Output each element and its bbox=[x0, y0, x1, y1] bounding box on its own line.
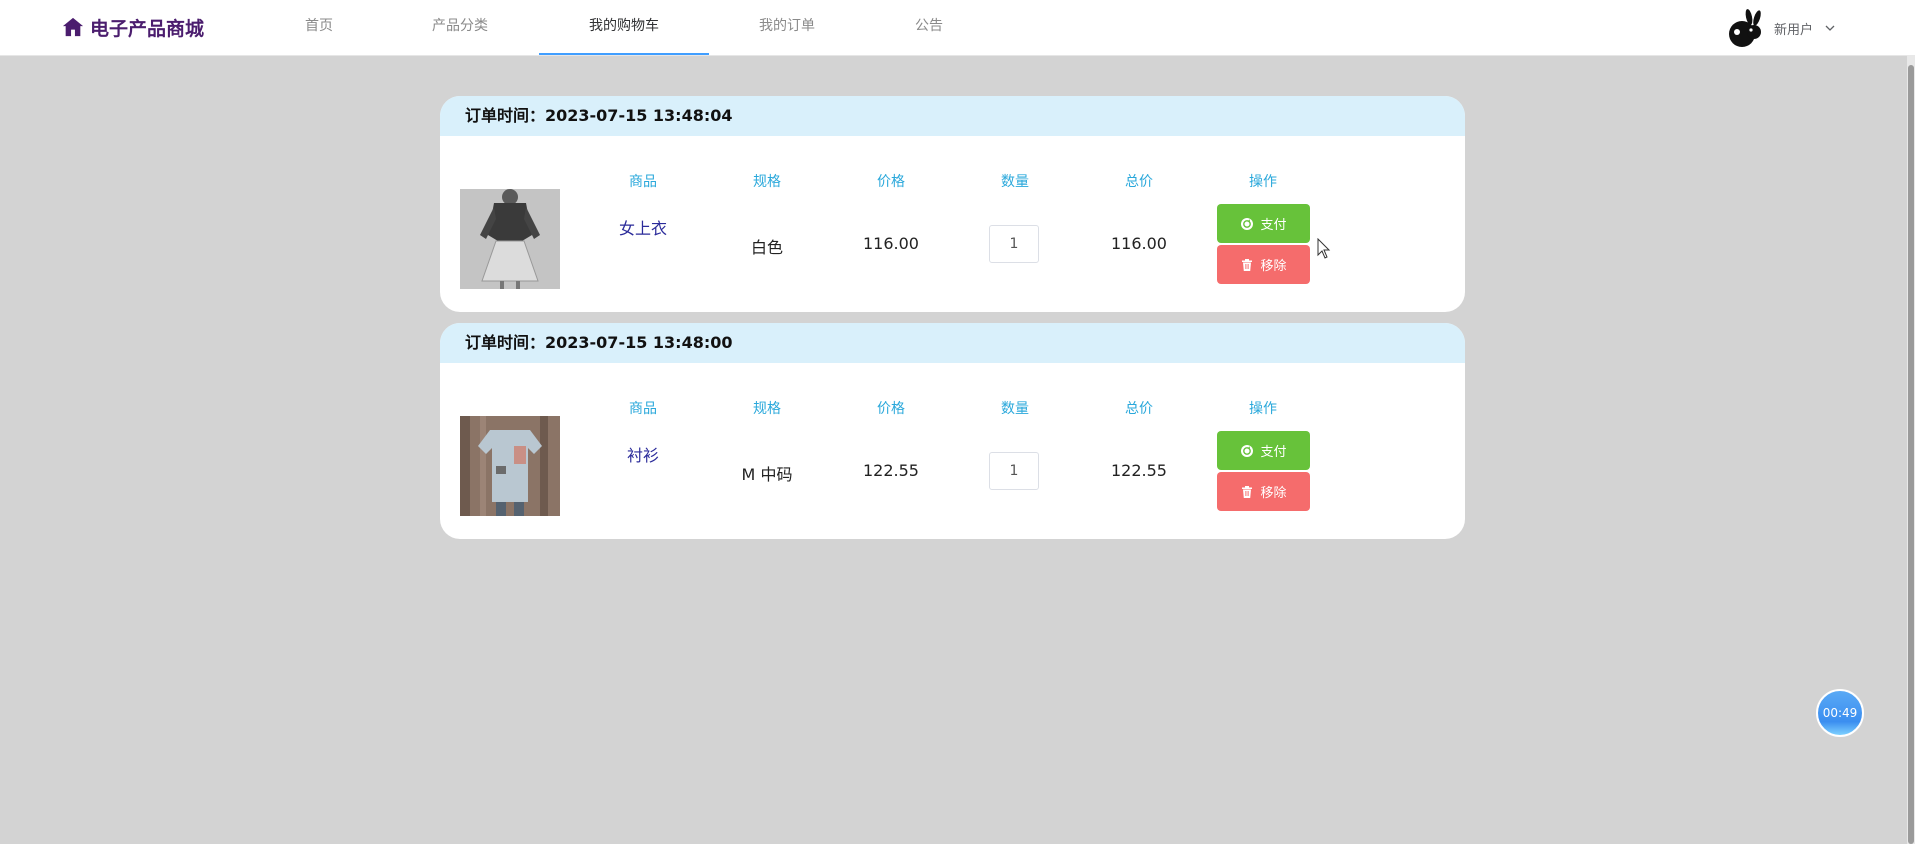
product-image[interactable] bbox=[460, 189, 560, 289]
top-navbar: 电子产品商城 首页 产品分类 我的购物车 我的订单 公告 新用户 bbox=[0, 0, 1915, 56]
pay-button-label: 支付 bbox=[1260, 218, 1287, 233]
scrollbar-thumb[interactable] bbox=[1908, 65, 1914, 844]
nav-announcements[interactable]: 公告 bbox=[904, 0, 954, 55]
column-header-price: 价格 bbox=[877, 174, 905, 190]
nav-product-categories[interactable]: 产品分类 bbox=[424, 0, 496, 55]
column-header-spec: 规格 bbox=[753, 174, 781, 190]
brand-name: 电子产品商城 bbox=[90, 17, 205, 40]
product-image[interactable] bbox=[460, 416, 560, 516]
order-total: 122.55 bbox=[1111, 461, 1167, 480]
column-header-product: 商品 bbox=[629, 174, 657, 190]
avatar bbox=[1728, 9, 1761, 47]
brand-logo[interactable]: 电子产品商城 bbox=[62, 14, 204, 40]
user-menu[interactable]: 新用户 bbox=[1724, 8, 1835, 48]
column-header-quantity: 数量 bbox=[1001, 174, 1029, 190]
column-header-spec: 规格 bbox=[753, 401, 781, 417]
pay-button[interactable]: 支付 bbox=[1217, 204, 1310, 243]
column-header-total: 总价 bbox=[1125, 174, 1153, 190]
order-card: 订单时间：2023-07-15 13:48:04 商品 规格 价格 数量 总价 … bbox=[440, 96, 1465, 312]
column-header-quantity: 数量 bbox=[1001, 401, 1029, 417]
quantity-input[interactable]: 1 bbox=[989, 225, 1039, 263]
order-time: 订单时间：2023-07-15 13:48:04 bbox=[440, 96, 1465, 136]
product-name-link[interactable]: 女上衣 bbox=[593, 215, 693, 239]
product-price: 122.55 bbox=[863, 461, 919, 480]
circle-arrow-icon bbox=[1241, 217, 1254, 230]
remove-button-label: 移除 bbox=[1260, 486, 1287, 501]
home-icon bbox=[62, 17, 84, 37]
pay-button[interactable]: 支付 bbox=[1217, 431, 1310, 470]
nav-my-orders[interactable]: 我的订单 bbox=[752, 0, 822, 55]
pay-button-label: 支付 bbox=[1260, 445, 1287, 460]
user-name: 新用户 bbox=[1773, 22, 1813, 38]
column-header-price: 价格 bbox=[877, 401, 905, 417]
product-name-link[interactable]: 衬衫 bbox=[593, 442, 693, 466]
column-header-actions: 操作 bbox=[1249, 174, 1277, 190]
product-price: 116.00 bbox=[863, 234, 919, 253]
quantity-input[interactable]: 1 bbox=[989, 452, 1039, 490]
mouse-cursor-icon bbox=[1317, 238, 1331, 259]
remove-button[interactable]: 移除 bbox=[1217, 245, 1310, 284]
column-header-total: 总价 bbox=[1125, 401, 1153, 417]
remove-button[interactable]: 移除 bbox=[1217, 472, 1310, 511]
product-photo bbox=[460, 189, 560, 289]
order-time: 订单时间：2023-07-15 13:48:00 bbox=[440, 323, 1465, 363]
nav-my-cart[interactable]: 我的购物车 bbox=[539, 0, 709, 55]
product-photo bbox=[460, 416, 560, 516]
column-header-actions: 操作 bbox=[1249, 401, 1277, 417]
product-spec: 白色 bbox=[750, 238, 783, 257]
order-card: 订单时间：2023-07-15 13:48:00 商品 规格 价格 数量 总价 … bbox=[440, 323, 1465, 539]
column-header-product: 商品 bbox=[629, 401, 657, 417]
remove-button-label: 移除 bbox=[1260, 259, 1287, 274]
page-scrollbar[interactable] bbox=[1907, 55, 1915, 844]
trash-icon bbox=[1242, 485, 1253, 498]
chevron-down-icon bbox=[1825, 25, 1835, 31]
nav-home[interactable]: 首页 bbox=[290, 0, 348, 55]
order-total: 116.00 bbox=[1111, 234, 1167, 253]
circle-arrow-icon bbox=[1241, 444, 1254, 457]
timer-badge[interactable]: 00:49 bbox=[1816, 689, 1864, 737]
trash-icon bbox=[1242, 258, 1253, 271]
product-spec: M 中码 bbox=[741, 465, 793, 484]
